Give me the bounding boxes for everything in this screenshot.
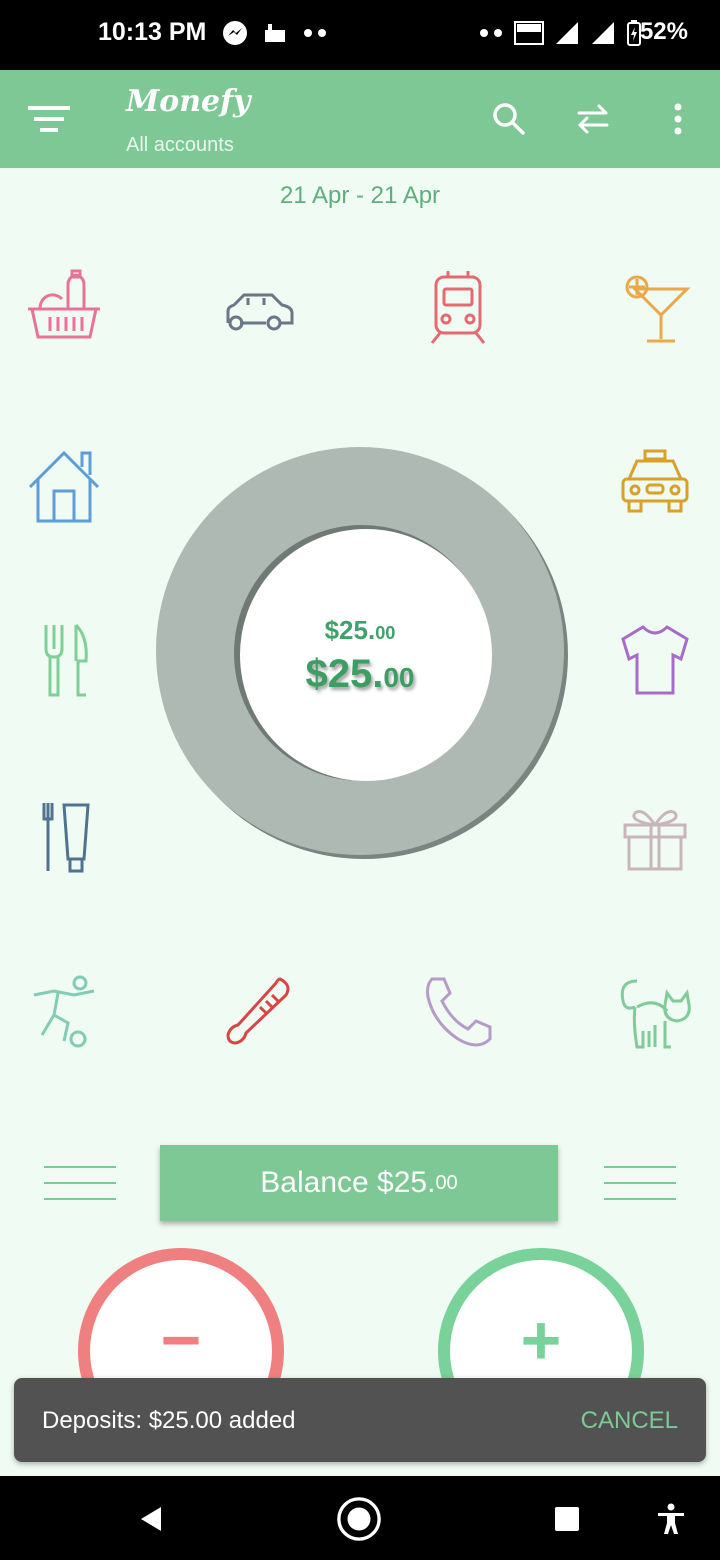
category-car[interactable]: [215, 262, 305, 352]
search-button[interactable]: [486, 96, 532, 142]
category-health[interactable]: [215, 966, 305, 1056]
transfer-button[interactable]: [570, 96, 616, 142]
balance-label: Balance $25.: [260, 1166, 436, 1199]
expense-total: $25.00: [260, 615, 460, 646]
transfer-icon: [577, 104, 609, 134]
menu-button[interactable]: [26, 100, 72, 140]
overflow-menu-button[interactable]: [655, 96, 701, 142]
expense-total-main: $25.: [324, 615, 376, 645]
accessibility-icon: [658, 1503, 684, 1534]
home-circle-icon: [337, 1497, 381, 1541]
football-player-icon: [33, 975, 95, 1048]
category-entertainment[interactable]: [610, 262, 700, 352]
more-dots-icon: [480, 29, 502, 37]
balance-total-cents: 00: [383, 662, 415, 693]
category-transport[interactable]: [413, 262, 503, 352]
fork-knife-icon: [44, 623, 88, 697]
snackbar: Deposits: $25.00 added CANCEL: [14, 1378, 706, 1462]
toothbrush-icon: [42, 803, 90, 873]
signal-icon: [556, 22, 578, 44]
search-icon: [493, 103, 525, 135]
balance-total-main: $25.: [305, 652, 384, 696]
signal-icon: [592, 22, 614, 44]
date-range[interactable]: 21 Apr - 21 Apr: [0, 182, 720, 210]
back-icon: [141, 1507, 161, 1531]
more-vert-icon: [674, 103, 682, 135]
phone-icon: [426, 977, 492, 1047]
category-toiletry[interactable]: [19, 790, 109, 880]
thermometer-icon: [226, 977, 290, 1045]
app-bar: Monefy All accounts: [0, 70, 720, 168]
system-nav-bar: [0, 1476, 720, 1560]
category-pets[interactable]: [610, 966, 700, 1056]
shirt-icon: [621, 625, 689, 695]
taxi-icon: [621, 449, 689, 513]
plus-icon: +: [520, 1301, 562, 1379]
expenses-list-button[interactable]: [44, 1166, 116, 1202]
filter-menu-icon: [28, 106, 70, 132]
volte-icon: [514, 21, 544, 45]
minus-icon: −: [160, 1301, 202, 1379]
cat-icon: [620, 979, 691, 1049]
status-time: 10:13 PM: [98, 18, 207, 46]
train-icon: [430, 271, 486, 344]
balance-total: $25.00: [260, 652, 460, 697]
nav-accessibility-button[interactable]: [648, 1496, 694, 1542]
nav-back-button[interactable]: [128, 1496, 174, 1542]
snackbar-message: Deposits: $25.00 added: [42, 1407, 296, 1434]
battery-percent: 52%: [639, 18, 688, 45]
messenger-icon: [223, 21, 247, 45]
income-list-button[interactable]: [604, 1166, 676, 1202]
status-bar: 10:13 PM 52%: [0, 0, 720, 70]
house-icon: [28, 450, 100, 523]
app-title: Monefy: [126, 84, 251, 119]
category-taxi[interactable]: [610, 438, 700, 528]
recents-square-icon: [555, 1507, 579, 1531]
nav-recents-button[interactable]: [544, 1496, 590, 1542]
center-summary: $25.00 $25.00: [260, 615, 460, 697]
category-gifts[interactable]: [610, 790, 700, 880]
notification-icon: [265, 24, 285, 42]
category-communications[interactable]: [413, 966, 503, 1056]
balance-button[interactable]: Balance $25. 00: [160, 1145, 558, 1221]
category-groceries[interactable]: [19, 262, 109, 352]
more-dots-icon: [304, 29, 326, 37]
car-icon: [226, 293, 294, 331]
category-clothes[interactable]: [610, 614, 700, 704]
category-eating-out[interactable]: [19, 614, 109, 704]
gift-icon: [623, 810, 687, 871]
category-sports[interactable]: [19, 966, 109, 1056]
expense-total-cents: 00: [375, 623, 396, 643]
cocktail-icon: [625, 275, 691, 343]
category-house[interactable]: [19, 438, 109, 528]
account-selector[interactable]: All accounts: [126, 134, 234, 157]
balance-cents: 00: [435, 1171, 458, 1194]
nav-home-button[interactable]: [336, 1496, 382, 1542]
basket-icon: [28, 269, 100, 339]
snackbar-cancel-button[interactable]: CANCEL: [581, 1407, 678, 1435]
